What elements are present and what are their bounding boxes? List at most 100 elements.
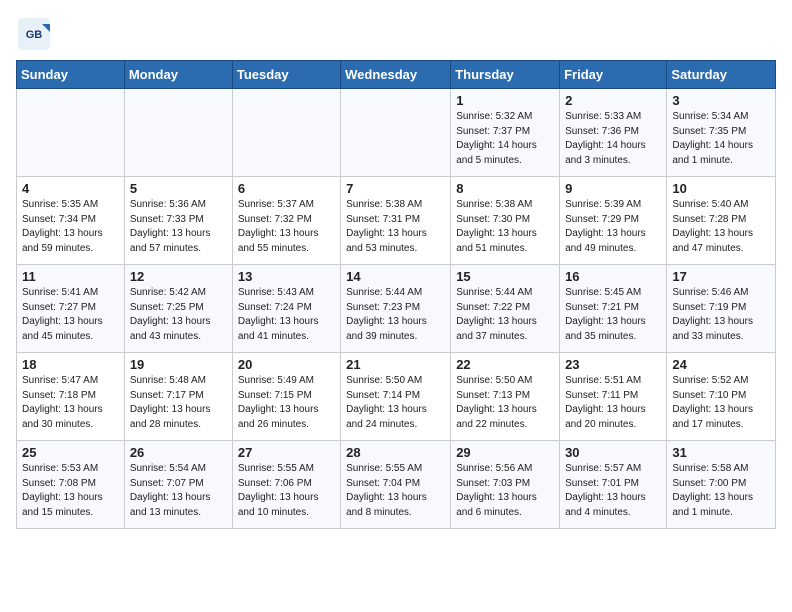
day-number: 24: [672, 357, 770, 372]
day-info: Sunrise: 5:56 AM Sunset: 7:03 PM Dayligh…: [456, 462, 554, 520]
day-info: Sunrise: 5:49 AM Sunset: 7:15 PM Dayligh…: [238, 374, 335, 432]
calendar-cell: 6Sunrise: 5:37 AM Sunset: 7:32 PM Daylig…: [232, 177, 340, 265]
day-info: Sunrise: 5:54 AM Sunset: 7:07 PM Dayligh…: [130, 462, 227, 520]
calendar-cell: 14 Sunrise: 5:44 AM Sunset: 7:23 PM Dayli…: [341, 265, 451, 353]
day-number: 15: [456, 269, 554, 284]
day-info: Sunrise: 5:37 AM Sunset: 7:32 PM Dayligh…: [238, 198, 335, 256]
calendar-cell: 3 Sunrise: 5:34 AM Sunset: 7:35 PM Daylig…: [667, 89, 776, 177]
day-number: 12: [130, 269, 227, 284]
day-number: 20: [238, 357, 335, 372]
calendar-cell: 17 Sunrise: 5:46 AM Sunset: 7:19 PM Dayli…: [667, 265, 776, 353]
day-number: 16: [565, 269, 661, 284]
day-number: 3: [672, 93, 770, 108]
calendar-cell: 23 Sunrise: 5:51 AM Sunset: 7:11 PM Dayli…: [560, 353, 667, 441]
day-info: Sunrise: 5:44 AM Sunset: 7:22 PM Dayligh…: [456, 286, 554, 344]
day-info: Sunrise: 5:38 AM Sunset: 7:30 PM Dayligh…: [456, 198, 554, 256]
calendar-cell: [341, 89, 451, 177]
calendar-week: 11Sunrise: 5:41 AM Sunset: 7:27 PM Dayli…: [17, 265, 776, 353]
logo-icon: GB: [16, 16, 52, 52]
day-info: Sunrise: 5:40 AM Sunset: 7:28 PM Dayligh…: [672, 198, 770, 256]
day-info: Sunrise: 5:48 AM Sunset: 7:17 PM Dayligh…: [130, 374, 227, 432]
day-info: Sunrise: 5:42 AM Sunset: 7:25 PM Dayligh…: [130, 286, 227, 344]
day-info: Sunrise: 5:58 AM Sunset: 7:00 PM Dayligh…: [672, 462, 770, 520]
day-number: 22: [456, 357, 554, 372]
calendar-cell: 25Sunrise: 5:53 AM Sunset: 7:08 PM Dayli…: [17, 441, 125, 529]
day-number: 28: [346, 445, 445, 460]
calendar-cell: 24 Sunrise: 5:52 AM Sunset: 7:10 PM Dayli…: [667, 353, 776, 441]
day-number: 21: [346, 357, 445, 372]
day-info: Sunrise: 5:43 AM Sunset: 7:24 PM Dayligh…: [238, 286, 335, 344]
calendar-cell: 30Sunrise: 5:57 AM Sunset: 7:01 PM Dayli…: [560, 441, 667, 529]
day-info: Sunrise: 5:39 AM Sunset: 7:29 PM Dayligh…: [565, 198, 661, 256]
calendar-cell: 5 Sunrise: 5:36 AM Sunset: 7:33 PM Daylig…: [124, 177, 232, 265]
weekday-header: Thursday: [451, 61, 560, 89]
day-info: Sunrise: 5:35 AM Sunset: 7:34 PM Dayligh…: [22, 198, 119, 256]
calendar-week: 4Sunrise: 5:35 AM Sunset: 7:34 PM Daylig…: [17, 177, 776, 265]
calendar-cell: [232, 89, 340, 177]
calendar-cell: 26 Sunrise: 5:54 AM Sunset: 7:07 PM Dayli…: [124, 441, 232, 529]
calendar-week: 18Sunrise: 5:47 AM Sunset: 7:18 PM Dayli…: [17, 353, 776, 441]
day-number: 27: [238, 445, 335, 460]
day-number: 18: [22, 357, 119, 372]
day-info: Sunrise: 5:51 AM Sunset: 7:11 PM Dayligh…: [565, 374, 661, 432]
day-number: 7: [346, 181, 445, 196]
day-info: Sunrise: 5:36 AM Sunset: 7:33 PM Dayligh…: [130, 198, 227, 256]
day-number: 19: [130, 357, 227, 372]
day-number: 2: [565, 93, 661, 108]
day-info: Sunrise: 5:38 AM Sunset: 7:31 PM Dayligh…: [346, 198, 445, 256]
calendar-cell: 4Sunrise: 5:35 AM Sunset: 7:34 PM Daylig…: [17, 177, 125, 265]
weekday-header: Tuesday: [232, 61, 340, 89]
calendar-body: 1Sunrise: 5:32 AM Sunset: 7:37 PM Daylig…: [17, 89, 776, 529]
calendar-cell: 31Sunrise: 5:58 AM Sunset: 7:00 PM Dayli…: [667, 441, 776, 529]
calendar-week: 25Sunrise: 5:53 AM Sunset: 7:08 PM Dayli…: [17, 441, 776, 529]
day-info: Sunrise: 5:45 AM Sunset: 7:21 PM Dayligh…: [565, 286, 661, 344]
calendar-cell: 11Sunrise: 5:41 AM Sunset: 7:27 PM Dayli…: [17, 265, 125, 353]
day-info: Sunrise: 5:34 AM Sunset: 7:35 PM Dayligh…: [672, 110, 770, 168]
calendar-cell: 16 Sunrise: 5:45 AM Sunset: 7:21 PM Dayli…: [560, 265, 667, 353]
day-info: Sunrise: 5:53 AM Sunset: 7:08 PM Dayligh…: [22, 462, 119, 520]
day-info: Sunrise: 5:46 AM Sunset: 7:19 PM Dayligh…: [672, 286, 770, 344]
day-number: 23: [565, 357, 661, 372]
calendar-cell: 15 Sunrise: 5:44 AM Sunset: 7:22 PM Dayli…: [451, 265, 560, 353]
calendar-cell: 12 Sunrise: 5:42 AM Sunset: 7:25 PM Dayli…: [124, 265, 232, 353]
day-number: 29: [456, 445, 554, 460]
day-info: Sunrise: 5:50 AM Sunset: 7:13 PM Dayligh…: [456, 374, 554, 432]
day-number: 8: [456, 181, 554, 196]
calendar-cell: 2 Sunrise: 5:33 AM Sunset: 7:36 PM Daylig…: [560, 89, 667, 177]
day-number: 5: [130, 181, 227, 196]
day-info: Sunrise: 5:55 AM Sunset: 7:04 PM Dayligh…: [346, 462, 445, 520]
page-header: GB: [16, 16, 776, 52]
calendar-cell: 13 Sunrise: 5:43 AM Sunset: 7:24 PM Dayli…: [232, 265, 340, 353]
weekday-header: Wednesday: [341, 61, 451, 89]
day-info: Sunrise: 5:55 AM Sunset: 7:06 PM Dayligh…: [238, 462, 335, 520]
day-number: 10: [672, 181, 770, 196]
calendar-cell: 7 Sunrise: 5:38 AM Sunset: 7:31 PM Daylig…: [341, 177, 451, 265]
weekday-header: Monday: [124, 61, 232, 89]
calendar-cell: 9Sunrise: 5:39 AM Sunset: 7:29 PM Daylig…: [560, 177, 667, 265]
day-number: 17: [672, 269, 770, 284]
calendar-cell: 8 Sunrise: 5:38 AM Sunset: 7:30 PM Daylig…: [451, 177, 560, 265]
day-info: Sunrise: 5:52 AM Sunset: 7:10 PM Dayligh…: [672, 374, 770, 432]
calendar-cell: 29 Sunrise: 5:56 AM Sunset: 7:03 PM Dayli…: [451, 441, 560, 529]
day-info: Sunrise: 5:44 AM Sunset: 7:23 PM Dayligh…: [346, 286, 445, 344]
calendar-cell: 27 Sunrise: 5:55 AM Sunset: 7:06 PM Dayli…: [232, 441, 340, 529]
calendar-week: 1Sunrise: 5:32 AM Sunset: 7:37 PM Daylig…: [17, 89, 776, 177]
day-info: Sunrise: 5:32 AM Sunset: 7:37 PM Dayligh…: [456, 110, 554, 168]
calendar-table: SundayMondayTuesdayWednesdayThursdayFrid…: [16, 60, 776, 529]
calendar-cell: 20 Sunrise: 5:49 AM Sunset: 7:15 PM Dayli…: [232, 353, 340, 441]
calendar-cell: 22 Sunrise: 5:50 AM Sunset: 7:13 PM Dayli…: [451, 353, 560, 441]
day-number: 30: [565, 445, 661, 460]
calendar-header: SundayMondayTuesdayWednesdayThursdayFrid…: [17, 61, 776, 89]
calendar-cell: 21 Sunrise: 5:50 AM Sunset: 7:14 PM Dayli…: [341, 353, 451, 441]
day-number: 14: [346, 269, 445, 284]
day-info: Sunrise: 5:41 AM Sunset: 7:27 PM Dayligh…: [22, 286, 119, 344]
calendar-cell: 18Sunrise: 5:47 AM Sunset: 7:18 PM Dayli…: [17, 353, 125, 441]
weekday-header: Sunday: [17, 61, 125, 89]
calendar-cell: 28 Sunrise: 5:55 AM Sunset: 7:04 PM Dayli…: [341, 441, 451, 529]
day-number: 26: [130, 445, 227, 460]
weekday-header: Friday: [560, 61, 667, 89]
day-number: 13: [238, 269, 335, 284]
day-info: Sunrise: 5:33 AM Sunset: 7:36 PM Dayligh…: [565, 110, 661, 168]
calendar-cell: [17, 89, 125, 177]
day-info: Sunrise: 5:50 AM Sunset: 7:14 PM Dayligh…: [346, 374, 445, 432]
